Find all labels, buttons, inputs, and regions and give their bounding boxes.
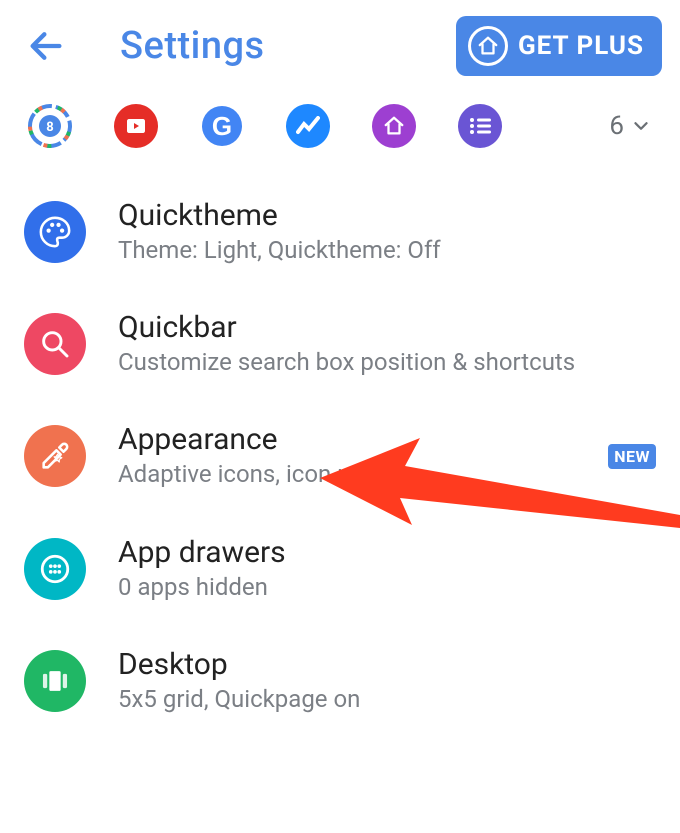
- youtube-icon: [126, 118, 146, 134]
- svg-text:8: 8: [46, 120, 53, 135]
- row-desktop[interactable]: Desktop 5x5 grid, Quickpage on: [0, 625, 680, 737]
- row-text: Appearance Adaptive icons, icon packs: [118, 422, 576, 490]
- row-subtitle: Theme: Light, Quicktheme: Off: [118, 235, 656, 266]
- row-quicktheme[interactable]: Quicktheme Theme: Light, Quicktheme: Off: [0, 176, 680, 288]
- row-subtitle: 0 apps hidden: [118, 572, 656, 603]
- row-text: Quicktheme Theme: Light, Quicktheme: Off: [118, 198, 656, 266]
- app-icon-list[interactable]: [458, 104, 502, 148]
- row-text: Quickbar Customize search box position &…: [118, 310, 656, 378]
- row-title: Quicktheme: [118, 198, 656, 233]
- page-title: Settings: [120, 24, 432, 68]
- row-appearance[interactable]: Appearance Adaptive icons, icon packs NE…: [0, 400, 680, 512]
- app-icon-home[interactable]: [372, 104, 416, 148]
- new-badge: NEW: [608, 444, 656, 469]
- messenger-icon: [296, 116, 320, 136]
- row-subtitle: Adaptive icons, icon packs: [118, 459, 576, 490]
- design-icon: [24, 425, 86, 487]
- list-icon: [468, 116, 492, 136]
- app-icon-google[interactable]: G: [200, 104, 244, 148]
- app-row-more-count: 6: [609, 111, 624, 141]
- chevron-down-icon: [630, 115, 652, 137]
- row-title: Appearance: [118, 422, 576, 457]
- row-subtitle: Customize search box position & shortcut…: [118, 347, 656, 378]
- row-title: Quickbar: [118, 310, 656, 345]
- row-title: Desktop: [118, 647, 656, 682]
- app-icon-ring[interactable]: 8: [28, 104, 72, 148]
- search-icon: [24, 313, 86, 375]
- get-plus-button[interactable]: GET PLUS: [456, 16, 662, 76]
- row-quickbar[interactable]: Quickbar Customize search box position &…: [0, 288, 680, 400]
- google-icon: G: [202, 106, 242, 146]
- back-arrow-icon: [26, 26, 66, 66]
- app-icon-messenger[interactable]: [286, 104, 330, 148]
- settings-list: Quicktheme Theme: Light, Quicktheme: Off…: [0, 176, 680, 737]
- row-text: App drawers 0 apps hidden: [118, 535, 656, 603]
- dots-icon: [24, 538, 86, 600]
- app-row-more[interactable]: 6: [609, 111, 652, 141]
- get-plus-label: GET PLUS: [518, 31, 644, 61]
- palette-icon: [24, 201, 86, 263]
- app-shortcut-row: 8 G 6: [0, 84, 680, 176]
- svg-text:G: G: [212, 111, 232, 141]
- row-app-drawers[interactable]: App drawers 0 apps hidden: [0, 513, 680, 625]
- header-bar: Settings GET PLUS: [0, 0, 680, 84]
- carousel-icon: [24, 650, 86, 712]
- app-icon-youtube[interactable]: [114, 104, 158, 148]
- home-small-icon: [383, 115, 405, 137]
- row-subtitle: 5x5 grid, Quickpage on: [118, 684, 656, 715]
- row-text: Desktop 5x5 grid, Quickpage on: [118, 647, 656, 715]
- back-button[interactable]: [26, 26, 66, 66]
- home-icon: [468, 26, 508, 66]
- row-title: App drawers: [118, 535, 656, 570]
